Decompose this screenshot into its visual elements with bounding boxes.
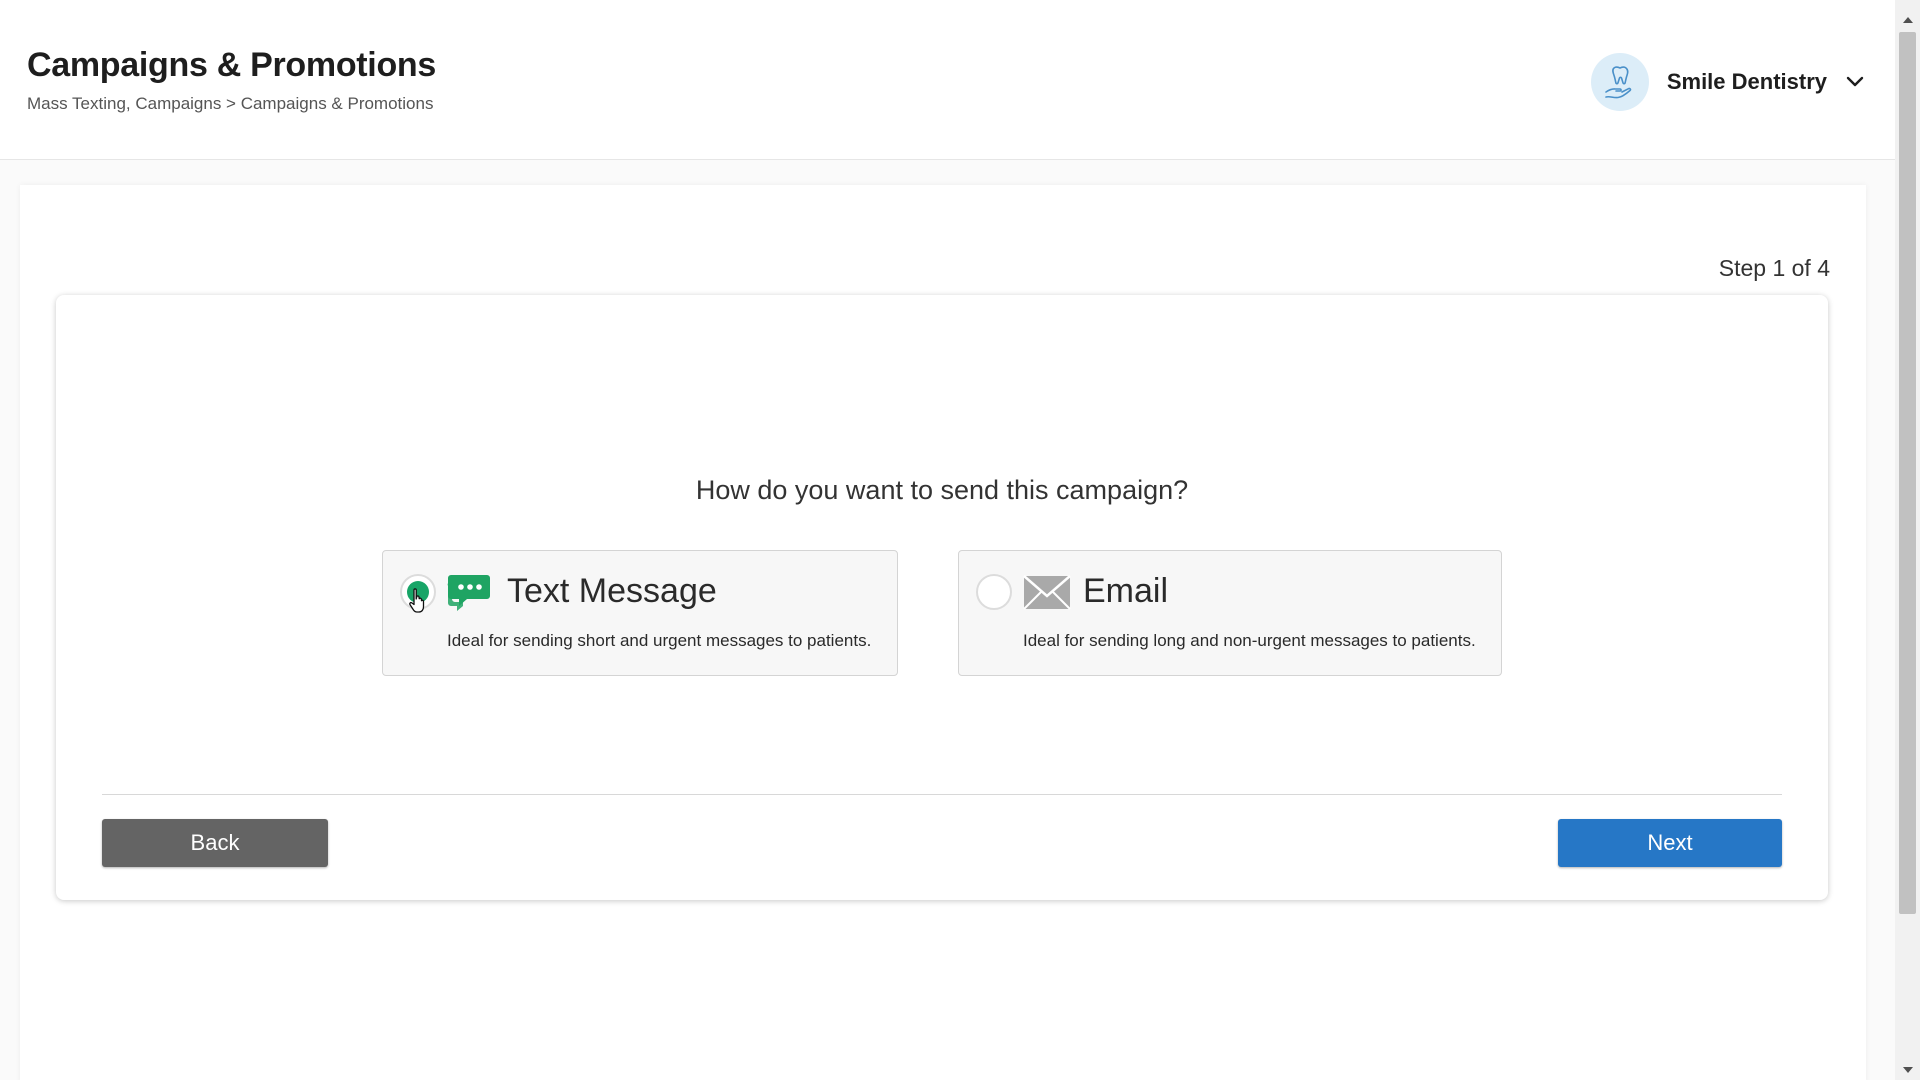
next-button[interactable]: Next xyxy=(1558,819,1782,867)
option-description: Ideal for sending long and non-urgent me… xyxy=(1023,631,1476,650)
envelope-icon xyxy=(1023,575,1071,610)
question-heading: How do you want to send this campaign? xyxy=(695,475,1189,505)
practice-switcher[interactable]: Smile Dentistry xyxy=(1590,52,1865,112)
breadcrumb[interactable]: Mass Texting, Campaigns > Campaigns & Pr… xyxy=(27,94,433,114)
vertical-scrollbar[interactable] xyxy=(1895,0,1920,1080)
scroll-down-arrow-icon[interactable] xyxy=(1895,1060,1920,1080)
footer-divider xyxy=(102,794,1782,795)
scroll-up-arrow-icon[interactable] xyxy=(1895,10,1920,30)
radio-email[interactable] xyxy=(976,574,1012,610)
page-header: Campaigns & Promotions Mass Texting, Cam… xyxy=(0,0,1895,160)
back-button[interactable]: Back xyxy=(102,819,328,867)
step-indicator: Step 1 of 4 xyxy=(1718,255,1830,281)
app-window: Campaigns & Promotions Mass Texting, Cam… xyxy=(0,0,1920,1080)
scrollbar-thumb[interactable] xyxy=(1899,32,1916,914)
practice-name: Smile Dentistry xyxy=(1666,69,1827,94)
tooth-in-hand-icon xyxy=(1605,66,1632,99)
option-title: Text Message xyxy=(507,572,717,610)
content-panel: Step 1 of 4 How do you want to send this… xyxy=(20,185,1866,1080)
option-description: Ideal for sending short and urgent messa… xyxy=(447,631,872,650)
option-text-message[interactable]: Text Message Ideal for sending short and… xyxy=(382,550,898,676)
chevron-down-icon xyxy=(1845,72,1865,92)
option-title: Email xyxy=(1083,572,1169,610)
wizard-card: How do you want to send this campaign? T… xyxy=(56,295,1828,900)
hand-cursor-icon xyxy=(409,588,425,613)
page-title: Campaigns & Promotions xyxy=(27,46,437,84)
chat-bubbles-icon xyxy=(447,575,490,611)
option-email[interactable]: Email Ideal for sending long and non-urg… xyxy=(958,550,1502,676)
avatar xyxy=(1590,53,1649,111)
